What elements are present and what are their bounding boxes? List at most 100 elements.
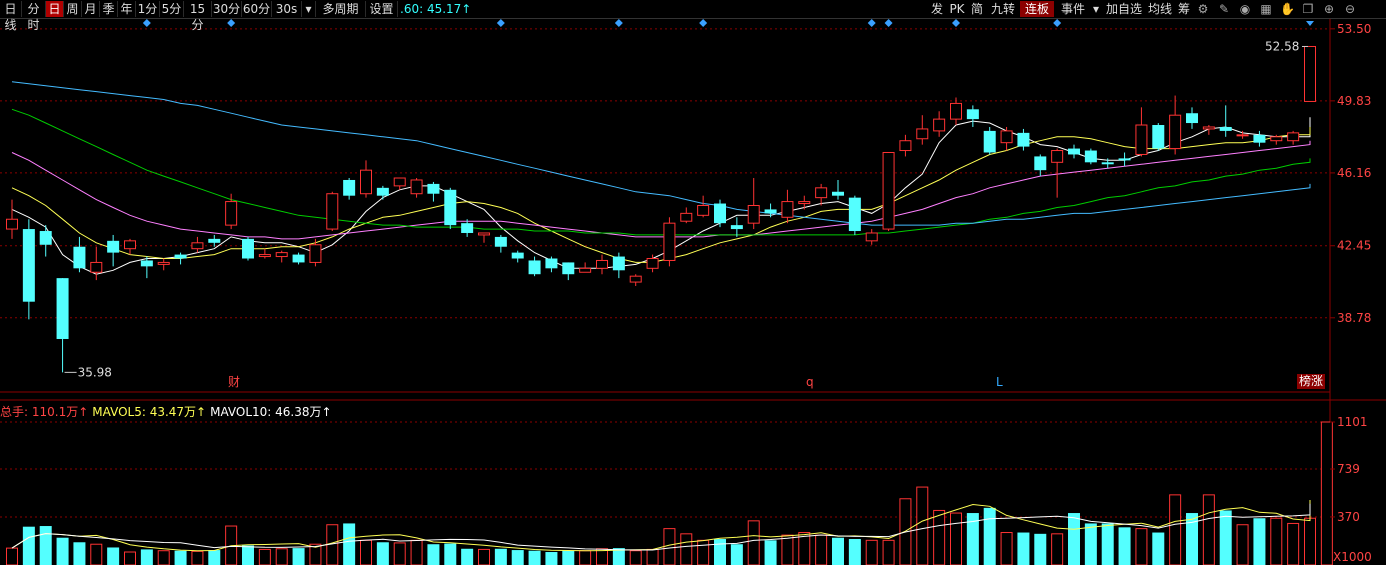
candle-body bbox=[1219, 126, 1232, 131]
volume-bar bbox=[191, 550, 204, 565]
period-button-4[interactable]: 月 bbox=[82, 1, 100, 17]
candle-body bbox=[916, 128, 929, 140]
volume-bars bbox=[6, 421, 1333, 565]
candle bbox=[157, 258, 170, 271]
period-button-11[interactable]: 60分 bbox=[242, 1, 272, 17]
eye-icon[interactable]: ◉ bbox=[1238, 2, 1252, 16]
candle-body bbox=[1051, 150, 1064, 163]
pen-icon[interactable]: ✎ bbox=[1217, 2, 1231, 16]
volume-tick-label: 739 bbox=[1337, 462, 1360, 476]
candle bbox=[680, 207, 693, 224]
volume-ma-lines bbox=[11, 500, 1311, 552]
candle-body bbox=[73, 246, 86, 269]
tool-button-2[interactable]: 简 bbox=[968, 1, 986, 17]
volume-bar bbox=[646, 548, 659, 565]
tool-button-8[interactable]: 筹 bbox=[1176, 1, 1192, 17]
volume-bar bbox=[798, 532, 811, 565]
top-event-markers[interactable] bbox=[142, 19, 1314, 27]
candle-body bbox=[1186, 113, 1198, 124]
tool-button-0[interactable]: 发 bbox=[928, 1, 946, 17]
period-button-1[interactable]: 分时 bbox=[22, 1, 46, 32]
period-button-0[interactable]: 日线 bbox=[0, 1, 22, 32]
price-tick-label: 38.78 bbox=[1337, 311, 1371, 325]
event-diamond-icon bbox=[952, 19, 960, 27]
volume-bar bbox=[1270, 517, 1283, 565]
period-button-8[interactable]: 5分 bbox=[160, 1, 184, 17]
calendar-icon[interactable]: ▦ bbox=[1259, 2, 1273, 16]
candle bbox=[629, 274, 642, 286]
volume-bar bbox=[1084, 523, 1097, 565]
volume-bar bbox=[629, 550, 642, 565]
candle-body bbox=[360, 169, 372, 195]
candle-body bbox=[56, 278, 69, 339]
tool-button-7[interactable]: 均线 bbox=[1146, 1, 1174, 17]
volume-bar bbox=[461, 548, 474, 565]
zoom-in-icon[interactable]: ⊕ bbox=[1322, 2, 1336, 16]
volume-bar bbox=[1152, 532, 1165, 565]
tool-button-5[interactable]: 事件 bbox=[1056, 1, 1090, 17]
period-button-13[interactable]: 多周期 bbox=[316, 1, 366, 17]
candle bbox=[242, 236, 254, 261]
event-dropdown-icon[interactable]: ▾ bbox=[1090, 1, 1102, 17]
volume-bar bbox=[1320, 421, 1333, 565]
period-button-7[interactable]: 1分 bbox=[136, 1, 160, 17]
candle-body bbox=[376, 187, 389, 196]
candle-body bbox=[663, 222, 676, 261]
candle bbox=[360, 160, 372, 198]
period-button-6[interactable]: 年 bbox=[118, 1, 136, 17]
volume-bar bbox=[1304, 517, 1316, 565]
candle-body bbox=[1169, 114, 1182, 150]
period-dropdown-icon[interactable]: ▾ bbox=[302, 1, 316, 17]
volume-bar bbox=[6, 547, 18, 565]
candle-body bbox=[697, 205, 710, 216]
candle bbox=[612, 252, 625, 279]
tool-button-6[interactable]: 加自选 bbox=[1104, 1, 1144, 17]
volume-bar bbox=[1118, 527, 1131, 565]
l-marker[interactable]: L bbox=[994, 375, 1005, 390]
candle bbox=[343, 178, 356, 200]
volume-bar bbox=[1135, 528, 1148, 565]
candle bbox=[1236, 130, 1249, 139]
candle-body bbox=[343, 179, 356, 196]
candle-body bbox=[1000, 130, 1013, 144]
candle-body bbox=[140, 260, 153, 267]
candlestick-series bbox=[6, 45, 1316, 373]
period-button-12[interactable]: 30s bbox=[272, 1, 302, 17]
price-tick-label: 46.16 bbox=[1337, 166, 1371, 180]
candle bbox=[983, 126, 996, 155]
candle-body bbox=[174, 254, 187, 259]
copy-icon[interactable]: ❐ bbox=[1301, 2, 1315, 16]
volume-bar bbox=[258, 548, 271, 565]
candle-body bbox=[225, 201, 238, 226]
volume-bar bbox=[107, 547, 120, 565]
candle bbox=[56, 278, 69, 373]
hand-icon[interactable]: ✋ bbox=[1280, 2, 1295, 16]
volume-bar bbox=[1287, 522, 1300, 565]
candle bbox=[225, 193, 238, 230]
candle bbox=[393, 177, 406, 190]
zoom-out-icon[interactable]: ⊖ bbox=[1343, 2, 1357, 16]
candle bbox=[933, 111, 946, 137]
volume-tick-label: 1101 bbox=[1337, 415, 1368, 429]
q-marker[interactable]: q bbox=[804, 375, 816, 390]
candle bbox=[191, 236, 204, 253]
candle bbox=[1253, 130, 1266, 147]
tool-button-3[interactable]: 九转 bbox=[988, 1, 1018, 17]
tool-button-1[interactable]: PK bbox=[948, 1, 966, 17]
finance-marker[interactable]: 财 bbox=[226, 375, 242, 390]
period-button-10[interactable]: 30分 bbox=[212, 1, 242, 17]
settings-icon[interactable]: ⚙ bbox=[1196, 2, 1210, 16]
rank-up-badge[interactable]: 榜涨 bbox=[1297, 374, 1326, 389]
tool-button-4[interactable]: 连板 bbox=[1020, 1, 1054, 17]
period-button-9[interactable]: 15分 bbox=[184, 1, 212, 32]
period-button-2[interactable]: 日 bbox=[46, 1, 64, 17]
period-button-3[interactable]: 周 bbox=[64, 1, 82, 17]
period-button-5[interactable]: 季 bbox=[100, 1, 118, 17]
volume-bar bbox=[663, 528, 676, 565]
candle bbox=[494, 234, 507, 253]
period-button-14[interactable]: 设置 bbox=[366, 1, 398, 17]
candle-body bbox=[258, 254, 271, 258]
candle bbox=[899, 134, 912, 157]
kline-chart-area[interactable]: 53.50 49.83 46.16 42.45 38.78 1101 739 370 X100… bbox=[0, 0, 1386, 565]
candle bbox=[950, 97, 962, 126]
